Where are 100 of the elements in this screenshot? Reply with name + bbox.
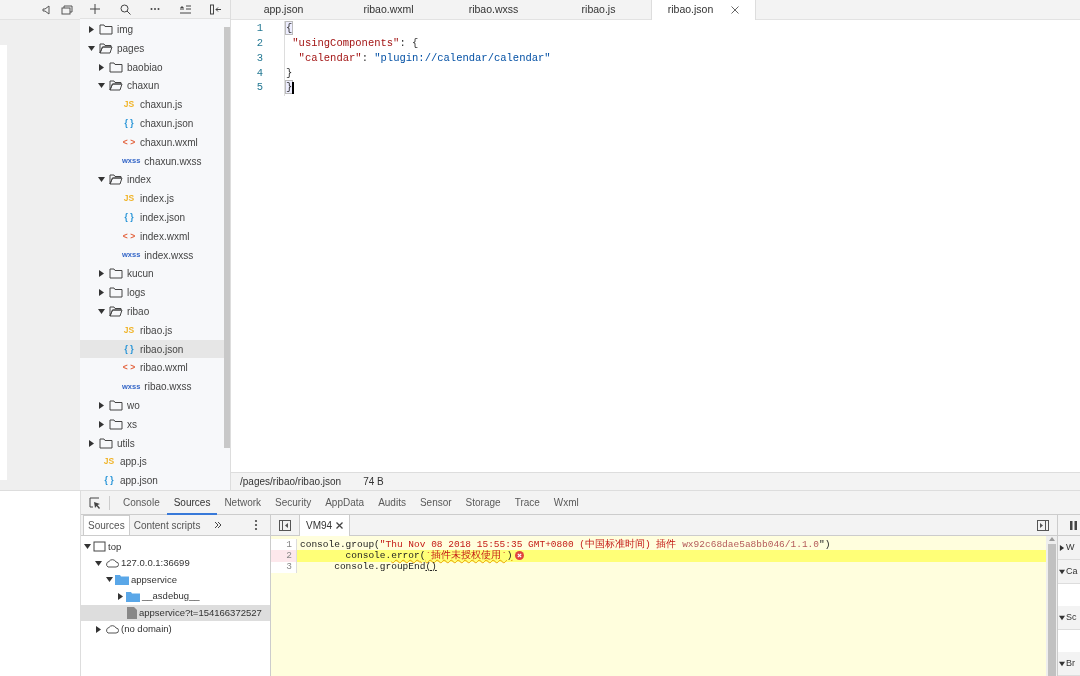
tree-item[interactable]: { } app.json [80, 471, 224, 490]
navigator-item[interactable]: appservice?t=154166372527 [81, 604, 270, 621]
navigator-item[interactable]: top [81, 538, 270, 555]
toggle-debugger-icon[interactable] [1035, 517, 1051, 533]
folder-icon [115, 574, 129, 586]
tree-item[interactable]: JS ribao.js [80, 320, 224, 340]
expanded-arrow-icon [1059, 568, 1065, 575]
sidebar-section[interactable]: Br [1058, 652, 1080, 676]
tree-item[interactable]: xs [80, 414, 224, 434]
devtools-tab[interactable]: Console [116, 490, 167, 515]
frame-icon [93, 541, 106, 553]
expanded-arrow-icon [98, 176, 105, 184]
editor-tab[interactable]: ribao.js [546, 0, 651, 20]
code-line: console.groupEnd() [333, 560, 437, 575]
expanded-arrow-icon [98, 82, 105, 90]
scrollbar[interactable] [224, 27, 230, 448]
collapsed-arrow-icon [95, 625, 102, 633]
file-type-icon: { } [122, 211, 136, 224]
tree-item[interactable]: { } chaxun.json [80, 114, 224, 133]
toggle-navigator-icon[interactable] [277, 517, 293, 533]
sidebar-section[interactable]: Ca [1058, 560, 1080, 584]
scrollbar[interactable] [1046, 536, 1057, 676]
editor-tab[interactable]: ribao.wxml [336, 0, 441, 20]
line-number: 2 [271, 550, 297, 562]
file-type-icon: JS [122, 192, 136, 205]
collapsed-arrow-icon [117, 592, 124, 600]
line-number: 5 [255, 80, 263, 96]
tree-item[interactable]: logs [80, 283, 224, 303]
folder-icon [126, 590, 140, 602]
tree-item[interactable]: < > ribao.wxml [80, 358, 224, 378]
file-type-icon: < > [122, 229, 136, 243]
tree-item[interactable]: < > chaxun.wxml [80, 132, 224, 152]
devtools-tab[interactable]: Wxml [546, 490, 586, 515]
folder-icon [109, 399, 123, 411]
navigator-item[interactable]: 127.0.0.1:36699 [81, 555, 270, 572]
expanded-arrow-icon [88, 44, 95, 52]
editor-tab[interactable]: ribao.wxss [441, 0, 546, 20]
cloud-icon [104, 624, 119, 635]
tree-item[interactable]: wo [80, 396, 224, 415]
tree-item[interactable]: ribao [80, 302, 224, 321]
tree-item[interactable]: JS index.js [80, 189, 224, 209]
tree-item[interactable]: chaxun [80, 76, 224, 96]
tree-item[interactable]: utils [80, 433, 224, 453]
file-type-icon: { } [122, 342, 136, 356]
collapsed-arrow-icon [98, 401, 105, 409]
tree-item[interactable]: img [80, 20, 224, 39]
line-number: 4 [255, 65, 263, 81]
open-folder-icon [109, 305, 123, 317]
tree-item[interactable]: { } index.json [80, 208, 224, 227]
expanded-arrow-icon [1059, 614, 1065, 621]
navigator-item[interactable]: (no domain) [81, 621, 270, 638]
devtools-tab[interactable]: Storage [458, 490, 508, 515]
folder-icon [109, 268, 123, 280]
navigator-item[interactable]: __asdebug__ [81, 588, 270, 605]
expanded-arrow-icon [106, 576, 113, 584]
file-size: 74 B [363, 475, 384, 489]
tree-item[interactable]: kucun [80, 264, 224, 284]
code-line: console.group("Thu Nov 08 2018 15:55:35 GMT+0800 (中国标准时间) 插件 wx92c68dae5a8bb046/1.1.0") [300, 537, 831, 550]
tree-item[interactable]: index [80, 170, 224, 190]
devtools-tab[interactable]: Audits [371, 490, 413, 515]
folder-icon [109, 61, 123, 73]
collapsed-arrow-icon [98, 63, 105, 71]
expanded-arrow-icon [98, 307, 105, 315]
cloud-icon [104, 558, 119, 569]
tree-item[interactable]: JS app.js [80, 452, 224, 472]
file-type-icon: JS [122, 323, 136, 337]
folder-icon [109, 418, 123, 430]
folder-icon [99, 23, 113, 35]
line-number: 1 [255, 21, 263, 37]
collapse-icon[interactable] [207, 1, 223, 18]
devtools-tab[interactable]: Network [217, 490, 269, 515]
devtools-tab[interactable]: Sensor [412, 490, 459, 515]
devtools-tab[interactable]: Security [268, 490, 319, 515]
code-line: "usingComponents": { [284, 36, 419, 52]
editor-tab[interactable]: ribao.json [651, 0, 756, 20]
tree-item[interactable]: < > index.wxml [80, 226, 224, 246]
collapsed-arrow-icon [88, 439, 95, 447]
close-icon[interactable] [731, 6, 740, 14]
line-number: 2 [255, 36, 263, 52]
sidebar-section[interactable]: Sc [1058, 606, 1080, 630]
devtools-tab[interactable]: Trace [507, 490, 547, 515]
code-line: "calendar": "plugin://calendar/calendar" [284, 50, 551, 67]
navigator-tab[interactable]: Sources [83, 515, 130, 535]
inspect-icon[interactable] [87, 494, 103, 511]
tree-item[interactable]: JS chaxun.js [80, 95, 224, 115]
devtools-tab[interactable]: Sources [166, 490, 218, 515]
sidebar-section[interactable]: W [1058, 536, 1080, 560]
navigator-tab[interactable]: Content scripts [129, 515, 205, 535]
navigator-item[interactable]: appservice [81, 571, 270, 588]
line-number: 3 [271, 561, 297, 573]
line-number: 3 [255, 50, 263, 66]
tree-item[interactable]: baobiao [80, 57, 224, 77]
close-icon[interactable] [336, 521, 344, 529]
devtools-tab[interactable]: AppData [318, 490, 372, 515]
source-tab[interactable]: VM94 [299, 514, 351, 536]
tree-item[interactable]: pages [80, 38, 224, 58]
tree-item[interactable]: { } ribao.json [80, 339, 224, 359]
folder-icon [99, 437, 113, 449]
editor-tab[interactable]: app.json [231, 0, 336, 20]
expanded-arrow-icon [1059, 660, 1065, 667]
